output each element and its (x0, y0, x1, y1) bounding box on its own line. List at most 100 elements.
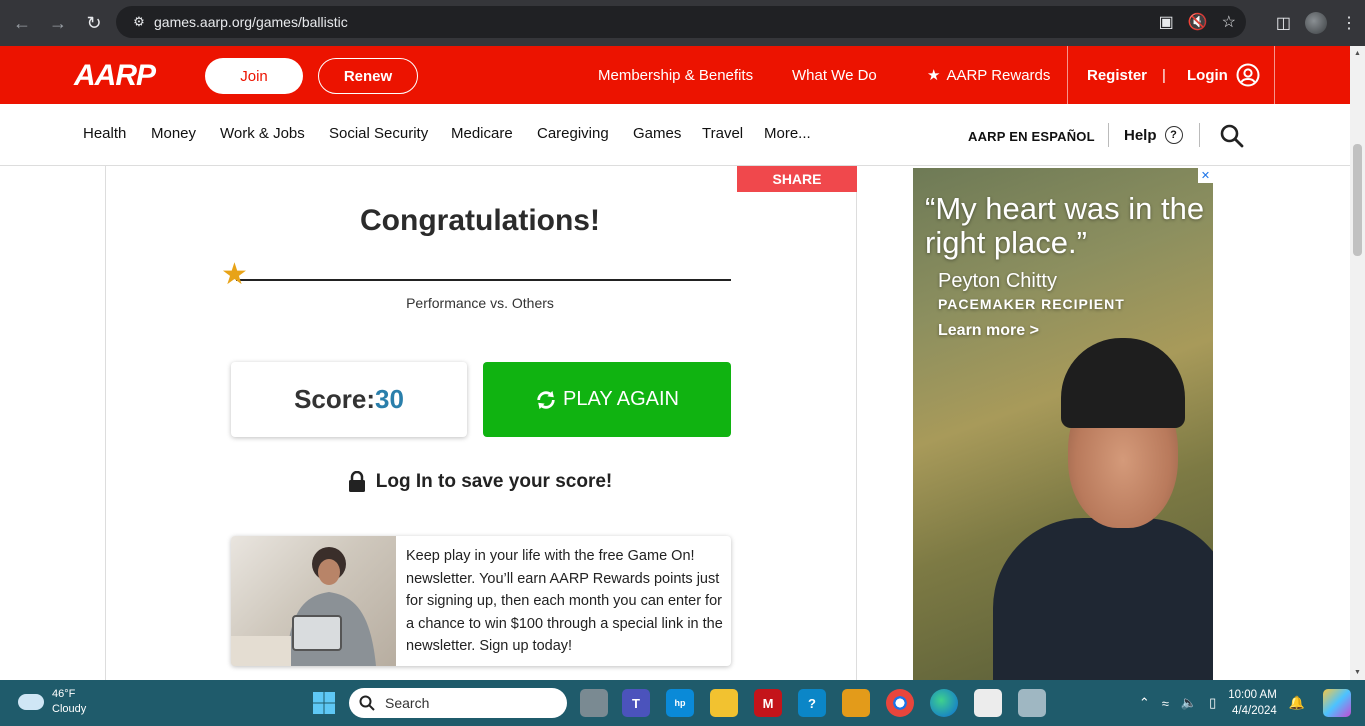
ad-photo-beanie (1061, 338, 1185, 428)
renew-button[interactable]: Renew (318, 58, 418, 94)
nav-caregiving[interactable]: Caregiving (537, 125, 609, 142)
newsletter-promo[interactable]: Keep play in your life with the free Gam… (231, 536, 731, 666)
aarp-logo[interactable]: AARP (74, 59, 156, 93)
nav-health[interactable]: Health (83, 125, 126, 142)
search-icon (359, 695, 375, 711)
play-again-label: PLAY AGAIN (563, 388, 679, 410)
taskbar-search-label: Search (385, 695, 430, 711)
scroll-down-icon[interactable]: ▼ (1350, 669, 1365, 676)
chevron-up-icon[interactable]: ⌃ (1139, 695, 1150, 711)
nav-money[interactable]: Money (151, 125, 196, 142)
taskbar: 46°F Cloudy Search T hp M ? ⌃ ≈ 🔈 ▯ 10:0… (0, 680, 1365, 726)
weather-widget[interactable]: 46°F Cloudy (18, 687, 86, 717)
file-explorer-icon[interactable] (710, 689, 738, 717)
performance-label: Performance vs. Others (406, 295, 554, 311)
windows-start-icon[interactable] (310, 689, 338, 717)
score-value: 30 (375, 384, 404, 414)
address-bar[interactable]: ⚙ games.aarp.org/games/ballistic ▣ 🔇 ☆ (116, 6, 1246, 38)
ad-close-icon[interactable]: ✕ (1198, 168, 1213, 183)
rewards-label: AARP Rewards (946, 66, 1051, 84)
ad-name: Peyton Chitty (938, 270, 1057, 292)
nav-games[interactable]: Games (633, 125, 681, 142)
edge-icon[interactable] (930, 689, 958, 717)
help-app-icon[interactable]: ? (798, 689, 826, 717)
nav-aarp-rewards[interactable]: ★ AARP Rewards (927, 46, 1050, 104)
mute-icon[interactable]: 🔇 (1188, 12, 1208, 32)
nav-travel[interactable]: Travel (702, 125, 743, 142)
category-nav: Health Money Work & Jobs Social Security… (0, 104, 1350, 166)
notification-bell-icon[interactable]: 🔔 (1289, 695, 1305, 711)
profile-avatar[interactable] (1305, 12, 1327, 34)
star-icon: ★ (221, 258, 248, 291)
weather-temp: 46°F (52, 688, 76, 700)
refresh-icon (537, 390, 555, 409)
store-icon[interactable] (974, 689, 1002, 717)
header-divider (1067, 46, 1068, 104)
subnav-divider (1108, 123, 1109, 147)
myhp-icon[interactable]: hp (666, 689, 694, 717)
user-circle-icon (1236, 63, 1260, 87)
promo-photo (231, 536, 396, 666)
login-save-link[interactable]: Log In to save your score! (230, 471, 730, 493)
nav-medicare[interactable]: Medicare (451, 125, 513, 142)
rewards-medal-icon[interactable] (842, 689, 870, 717)
scrollbar-thumb[interactable] (1353, 144, 1362, 256)
login-label: Login (1187, 66, 1228, 84)
search-icon[interactable] (1219, 123, 1245, 149)
header-separator: | (1162, 66, 1166, 84)
join-button[interactable]: Join (205, 58, 303, 94)
url-text[interactable]: games.aarp.org/games/ballistic (154, 14, 348, 30)
clock[interactable]: 10:00 AM 4/4/2024 (1228, 687, 1277, 719)
wifi-icon[interactable]: ≈ (1162, 696, 1169, 711)
site-info-icon[interactable]: ⚙ (124, 14, 154, 30)
ad-quote: “My heart was in the right place.” (925, 191, 1205, 260)
lock-icon (348, 471, 365, 492)
login-link[interactable]: Login (1187, 46, 1260, 104)
nav-membership-benefits[interactable]: Membership & Benefits (598, 46, 753, 104)
battery-icon[interactable]: ▯ (1209, 695, 1216, 711)
taskbar-search[interactable]: Search (349, 688, 567, 718)
score-label: Score: (294, 384, 375, 414)
side-panel-icon[interactable]: ◫ (1276, 13, 1291, 33)
volume-icon[interactable]: 🔈 (1181, 695, 1197, 711)
chrome-icon[interactable] (886, 689, 914, 717)
advertisement[interactable]: “My heart was in the right place.” Peyto… (913, 168, 1213, 680)
ad-learn-more[interactable]: Learn more > (938, 322, 1039, 340)
cast-off-icon[interactable]: ▣ (1159, 12, 1174, 32)
aarp-espanol-link[interactable]: AARP EN ESPAÑOL (968, 129, 1095, 144)
question-icon: ? (1164, 126, 1183, 144)
share-button[interactable]: SHARE (737, 166, 857, 192)
nav-social-security[interactable]: Social Security (329, 125, 428, 142)
reload-icon[interactable]: ↻ (78, 7, 110, 39)
mcafee-icon[interactable]: M (754, 689, 782, 717)
back-icon[interactable]: ← (6, 7, 38, 39)
nav-work-jobs[interactable]: Work & Jobs (220, 125, 305, 142)
task-view-icon[interactable] (580, 689, 608, 717)
subnav-divider-2 (1199, 123, 1200, 147)
congratulations-title: Congratulations! (360, 204, 600, 237)
star-icon: ★ (927, 67, 941, 84)
teams-icon[interactable]: T (622, 689, 650, 717)
menu-kebab-icon[interactable]: ⋮ (1341, 13, 1357, 33)
play-again-button[interactable]: PLAY AGAIN (483, 362, 731, 437)
page-viewport: AARP Join Renew Membership & Benefits Wh… (0, 46, 1365, 680)
top-header: AARP Join Renew Membership & Benefits Wh… (0, 46, 1350, 104)
help-label: Help (1124, 126, 1157, 144)
cloud-icon (18, 694, 44, 710)
clock-date: 4/4/2024 (1232, 705, 1277, 717)
page-scrollbar[interactable]: ▲ ▼ (1350, 46, 1365, 680)
snip-tool-icon[interactable] (1018, 689, 1046, 717)
forward-icon[interactable]: → (42, 7, 74, 39)
weather-condition: Cloudy (52, 703, 87, 715)
register-link[interactable]: Register (1087, 46, 1147, 104)
help-link[interactable]: Help ? (1124, 126, 1183, 144)
nav-what-we-do[interactable]: What We Do (792, 46, 877, 104)
header-divider-right (1274, 46, 1275, 104)
ad-role: PACEMAKER RECIPIENT (938, 296, 1125, 312)
login-save-label: Log In to save your score! (375, 471, 613, 492)
ad-photo-shirt (993, 518, 1213, 680)
nav-more[interactable]: More... (764, 125, 811, 142)
copilot-icon[interactable] (1323, 689, 1351, 717)
scroll-up-icon[interactable]: ▲ (1350, 50, 1365, 57)
bookmark-star-icon[interactable]: ☆ (1222, 12, 1236, 32)
